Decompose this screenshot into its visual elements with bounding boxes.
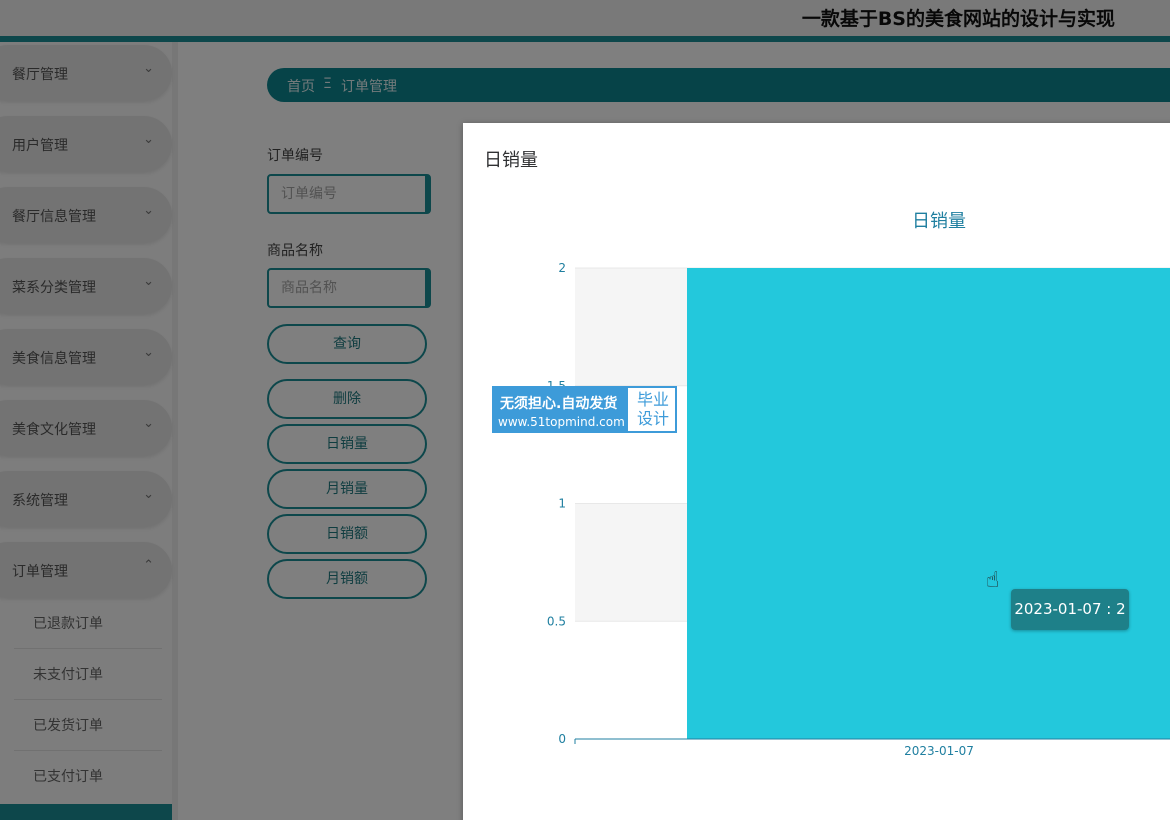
chart-bars (687, 268, 1170, 739)
watermark-logo: 无须担心.自动发货 www.51topmind.com 毕业设计 (492, 386, 677, 433)
daily-sales-chart: 00.511.522023-01-07 日销量 (547, 211, 1170, 758)
hand-cursor-icon: ☝ (986, 568, 1000, 593)
y-tick-label: 0.5 (547, 614, 566, 628)
chart-title: 日销量 (912, 211, 966, 232)
chart-bar (687, 268, 1170, 739)
watermark-left: 无须担心.自动发货 www.51topmind.com (494, 388, 628, 431)
y-tick-label: 1 (558, 497, 566, 511)
y-tick-label: 0 (558, 732, 566, 746)
chart-tooltip: 2023-01-07 : 2 (1011, 589, 1129, 630)
watermark-line1: 无须担心.自动发货 (500, 396, 618, 412)
watermark-right: 毕业设计 (636, 390, 669, 428)
x-tick-label: 2023-01-07 (904, 744, 974, 758)
watermark-line2: www.51topmind.com (498, 415, 625, 429)
y-tick-label: 2 (558, 261, 566, 275)
daily-sales-dialog: 日销量 00.511.522023-01-07 日销量 (463, 123, 1170, 820)
